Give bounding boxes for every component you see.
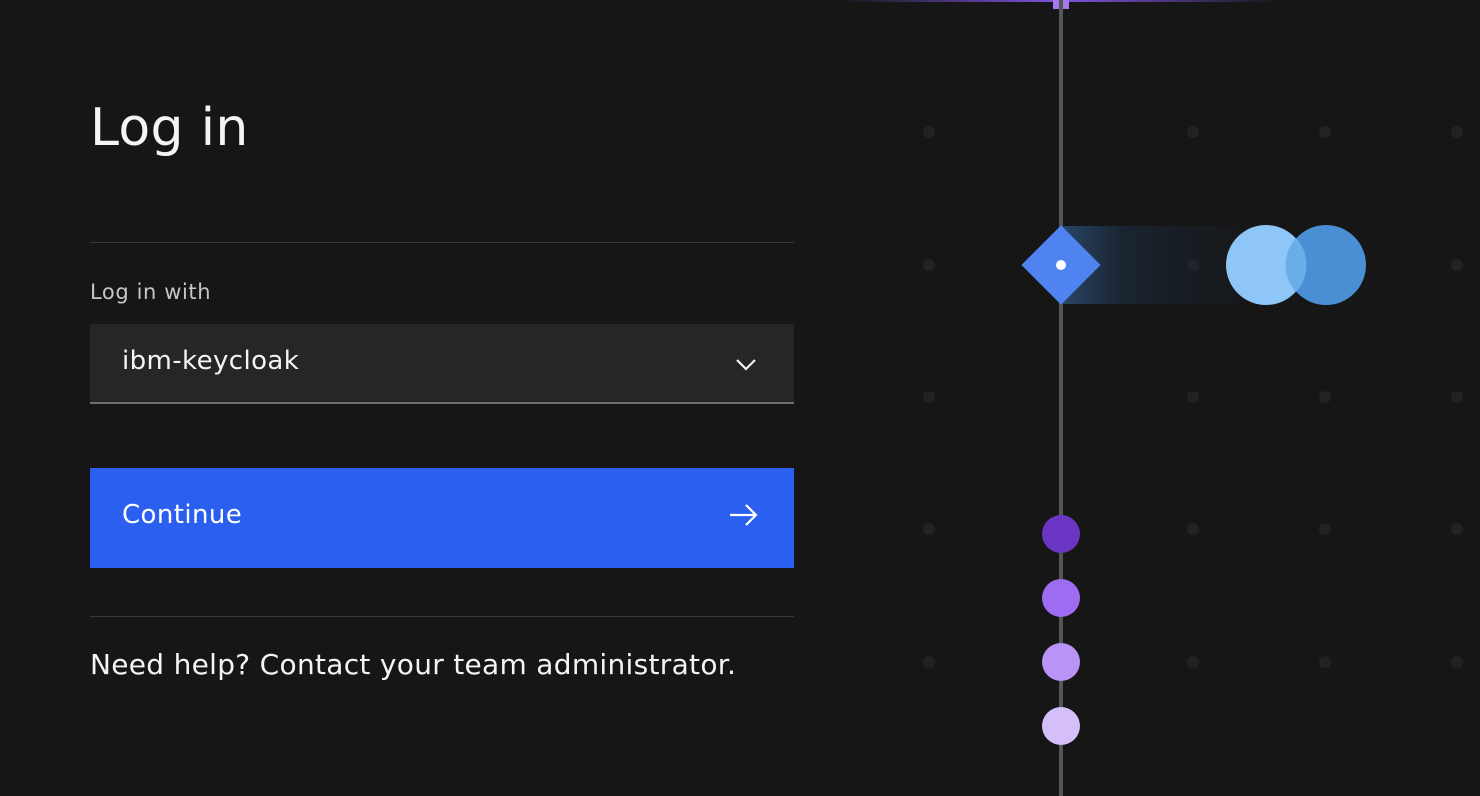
arrow-right-icon bbox=[730, 504, 758, 526]
bottom-divider bbox=[90, 616, 794, 617]
login-method-label: Log in with bbox=[90, 280, 212, 304]
login-method-select[interactable]: ibm-keycloak bbox=[90, 324, 794, 404]
login-method-value: ibm-keycloak bbox=[122, 346, 300, 376]
page-title: Log in bbox=[90, 98, 249, 158]
chevron-down-icon bbox=[736, 359, 756, 371]
help-text: Need help? Contact your team administrat… bbox=[90, 648, 737, 681]
continue-button[interactable]: Continue bbox=[90, 468, 794, 568]
dot-grid bbox=[923, 126, 1463, 668]
decorative-illustration bbox=[840, 0, 1463, 796]
login-page: Log in Log in with ibm-keycloak Continue… bbox=[0, 0, 1480, 796]
continue-label: Continue bbox=[122, 500, 243, 530]
top-divider bbox=[90, 242, 794, 243]
